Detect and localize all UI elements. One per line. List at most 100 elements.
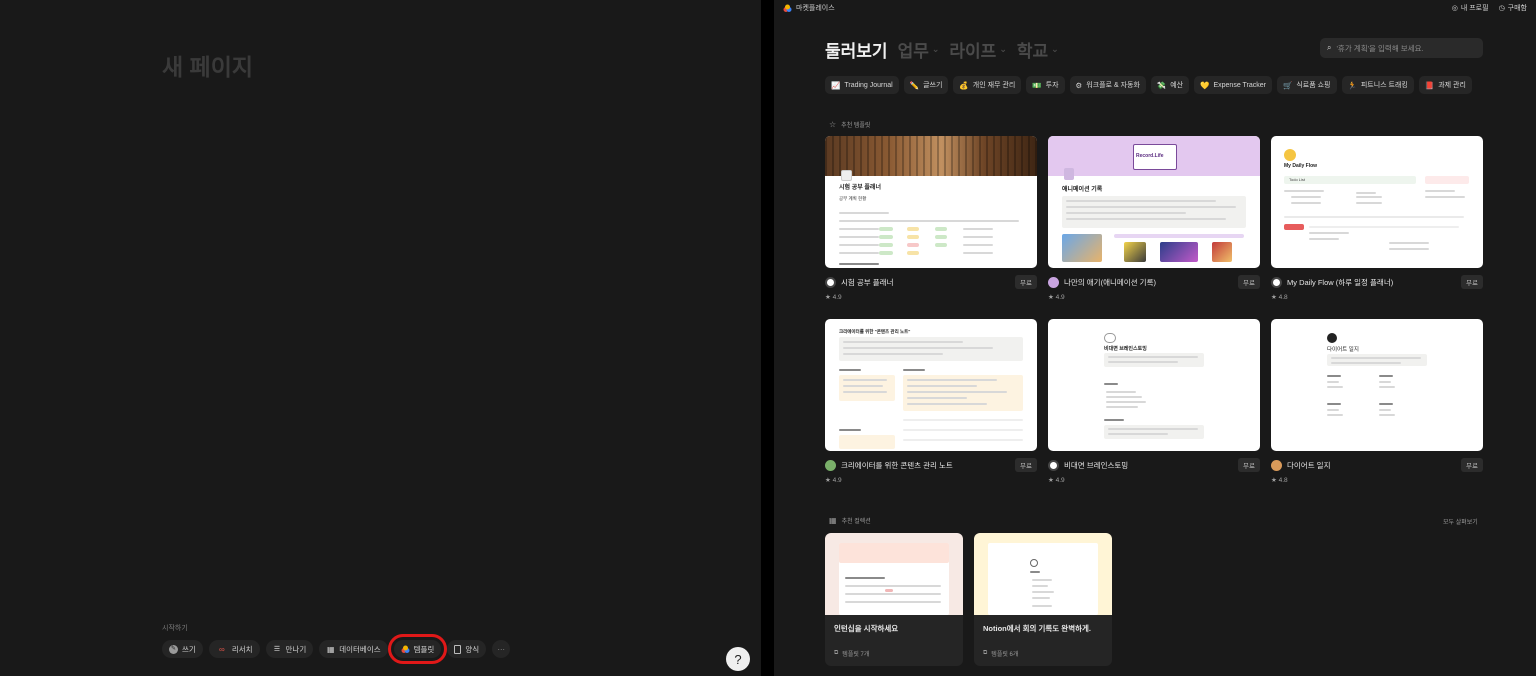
pen-icon: ✎ xyxy=(169,644,178,654)
template-card[interactable]: My Daily Flow Todo List My Daily Flow (하… xyxy=(1271,136,1483,301)
thumb-title: My Daily Flow xyxy=(1284,163,1318,169)
collection-count: ⧉ 템플릿 7개 xyxy=(834,649,869,658)
collection-card[interactable]: Notion에서 회의 기록도 완벽하게. ⧉ 템플릿 6개 xyxy=(974,533,1112,666)
template-name: 크리에이터를 위한 콘텐츠 관리 노트 xyxy=(841,460,953,470)
star-icon: ☆ xyxy=(829,120,837,129)
tag-label: Expense Tracker xyxy=(1213,81,1266,89)
tag-trading-journal[interactable]: 📈 Trading Journal xyxy=(825,76,899,94)
tab-work-label: 업무 xyxy=(897,42,929,61)
template-rating: ★ 4.9 xyxy=(1048,477,1065,484)
creator-avatar xyxy=(1271,276,1282,288)
tag-investing[interactable]: 💵 투자 xyxy=(1026,76,1065,94)
start-toolbar: ✎ 쓰기 ∞ 리서치 ☰ 만나기 ▦ 데이터베이스 템플릿 양식 ⋯ xyxy=(162,634,511,664)
book-icon: 📕 xyxy=(1424,80,1435,90)
collection-title: Notion에서 회의 기록도 완벽하게. xyxy=(983,624,1091,633)
collection-count: ⧉ 템플릿 6개 xyxy=(983,649,1018,658)
thumb-subtitle: Todo List xyxy=(1289,177,1306,182)
category-tabs: 둘러보기 업무 ⌄ 라이프 ⌄ 학교 ⌄ xyxy=(825,37,1059,62)
start-research-button[interactable]: ∞ 리서치 xyxy=(208,640,260,658)
template-name: 나만의 애기(애니메이션 기록) xyxy=(1064,277,1156,287)
template-rating: ★ 4.9 xyxy=(1048,294,1065,301)
creator-avatar xyxy=(825,459,836,471)
my-profile-link[interactable]: ◎ 내 프로필 xyxy=(1452,3,1489,13)
tag-personal-finance[interactable]: 💰 개인 재무 관리 xyxy=(953,76,1022,94)
tag-budget[interactable]: 💸 예산 xyxy=(1150,76,1190,94)
template-card[interactable]: 크리에이터를 위한 "콘텐츠 관리 노트" 크리에이터를 위한 콘텐츠 관리 노… xyxy=(825,319,1037,484)
template-thumbnail: My Daily Flow Todo List xyxy=(1271,136,1483,268)
marketplace-brand[interactable]: 마켓플레이스 xyxy=(783,3,835,13)
page-title[interactable]: 새 페이지 xyxy=(162,48,253,82)
template-thumbnail: 크리에이터를 위한 "콘텐츠 관리 노트" xyxy=(825,319,1037,451)
tag-writing[interactable]: ✏️ 글쓰기 xyxy=(903,76,949,94)
start-write-label: 쓰기 xyxy=(182,644,196,654)
purchases-icon: ◷ xyxy=(1498,5,1505,12)
infinity-icon: ∞ xyxy=(218,644,225,654)
tag-label: 피트니스 트래킹 xyxy=(1360,82,1408,89)
tag-label: 과제 관리 xyxy=(1438,82,1466,89)
creator-avatar xyxy=(1048,276,1059,288)
start-write-button[interactable]: ✎ 쓰기 xyxy=(162,640,203,658)
thumb-title: 크리에이터를 위한 "콘텐츠 관리 노트" xyxy=(839,329,911,334)
collection-count-label: 템플릿 7개 xyxy=(842,652,870,658)
marketplace-title: 마켓플레이스 xyxy=(796,5,835,12)
template-thumbnail: Record.Life 애니메이션 기록 xyxy=(1048,136,1260,268)
tag-label: 개인 재무 관리 xyxy=(972,82,1016,89)
tab-work[interactable]: 업무 ⌄ xyxy=(898,37,940,62)
tab-browse[interactable]: 둘러보기 xyxy=(825,37,888,62)
tab-school[interactable]: 학교 ⌄ xyxy=(1017,37,1059,62)
gear-icon: ⚙ xyxy=(1075,80,1083,90)
runner-icon: 🏃 xyxy=(1347,80,1357,90)
tag-grocery[interactable]: 🛒 식료품 쇼핑 xyxy=(1277,76,1337,94)
start-template-button[interactable]: 템플릿 xyxy=(387,634,448,664)
thumb-subtitle: 공부 계획 현황 xyxy=(839,196,867,201)
price-badge: 무료 xyxy=(1015,458,1037,472)
tag-fitness[interactable]: 🏃 피트니스 트래킹 xyxy=(1341,76,1414,94)
start-database-button[interactable]: ▦ 데이터베이스 xyxy=(319,640,388,658)
start-database-label: 데이터베이스 xyxy=(339,644,381,654)
search-placeholder: '휴가 계획'을 입력해 보세요. xyxy=(1336,43,1424,53)
more-icon: ⋯ xyxy=(497,644,505,654)
recommended-templates-heading: ☆ 추천 템플릿 xyxy=(829,120,870,129)
tag-expense-tracker[interactable]: 💛 Expense Tracker xyxy=(1194,76,1272,94)
cart-icon: 🛒 xyxy=(1283,80,1293,90)
template-card[interactable]: 다이어트 일지 다이어트 일지 무료 ★ 4.8 xyxy=(1271,319,1483,484)
template-search-input[interactable]: ⌕ '휴가 계획'을 입력해 보세요. xyxy=(1320,38,1483,58)
template-card[interactable]: Record.Life 애니메이션 기록 나만의 애기(애니메이션 기록) 무료… xyxy=(1048,136,1260,301)
see-all-link[interactable]: 모두 살펴보기 xyxy=(1443,517,1478,526)
template-rating: ★ 4.8 xyxy=(1271,477,1288,484)
chart-icon: 📈 xyxy=(831,80,841,90)
tag-assignments[interactable]: 📕 과제 관리 xyxy=(1418,76,1472,94)
template-icon xyxy=(401,645,410,654)
screen: 새 페이지 시작하기 ✎ 쓰기 ∞ 리서치 ☰ 만나기 ▦ 데이터베이스 템플릿… xyxy=(0,0,1536,676)
template-name: 시험 공부 플래너 xyxy=(841,277,894,287)
more-options-button[interactable]: ⋯ xyxy=(492,640,511,658)
tab-school-label: 학교 xyxy=(1016,42,1049,61)
tab-life[interactable]: 라이프 ⌄ xyxy=(949,37,1006,62)
tag-label: Trading Journal xyxy=(844,81,893,89)
start-form-button[interactable]: 양식 xyxy=(447,640,487,658)
tag-workflow[interactable]: ⚙ 워크플로 & 자동화 xyxy=(1069,76,1146,94)
template-card[interactable]: 시험 공부 플래너 공부 계획 현황 시험 공부 플래너 무료 ★ 4.9 xyxy=(825,136,1037,301)
heart-icon: 💛 xyxy=(1200,80,1210,90)
table-icon: ▦ xyxy=(326,644,335,654)
recommended-collections-heading: ▦ 추천 컬렉션 xyxy=(829,516,871,525)
pencil-icon: ✏️ xyxy=(909,80,920,90)
collection-thumbnail xyxy=(825,533,963,615)
marketplace-pane: 마켓플레이스 ◎ 내 프로필 ◷ 구매함 둘러보기 업무 ⌄ 라이프 ⌄ 학교 ⌄ ⌕ '… xyxy=(774,0,1536,676)
collection-card[interactable]: 인턴십을 시작하세요 ⧉ 템플릿 7개 xyxy=(825,533,963,666)
marketplace-topbar: 마켓플레이스 ◎ 내 프로필 ◷ 구매함 xyxy=(774,0,1536,16)
purchases-link[interactable]: ◷ 구매함 xyxy=(1499,3,1527,13)
topic-tags: 📈 Trading Journal ✏️ 글쓰기 💰 개인 재무 관리 💵 투자 ⚙ 워크… xyxy=(825,76,1472,94)
price-badge: 무료 xyxy=(1238,275,1260,289)
price-badge: 무료 xyxy=(1461,458,1483,472)
start-meet-button[interactable]: ☰ 만나기 xyxy=(265,640,314,658)
template-card[interactable]: 비대면 브레인스토밍 비대면 브레인스토밍 무료 ★ 4.9 xyxy=(1048,319,1260,484)
help-button[interactable]: ? xyxy=(726,647,750,671)
money-wings-icon: 💸 xyxy=(1156,80,1167,90)
form-icon xyxy=(454,644,462,654)
template-thumbnail: 비대면 브레인스토밍 xyxy=(1048,319,1260,451)
tag-label: 투자 xyxy=(1045,82,1059,89)
chevron-down-icon: ⌄ xyxy=(1051,44,1059,54)
thumb-title: 시험 공부 플래너 xyxy=(839,185,881,191)
price-badge: 무료 xyxy=(1238,458,1260,472)
